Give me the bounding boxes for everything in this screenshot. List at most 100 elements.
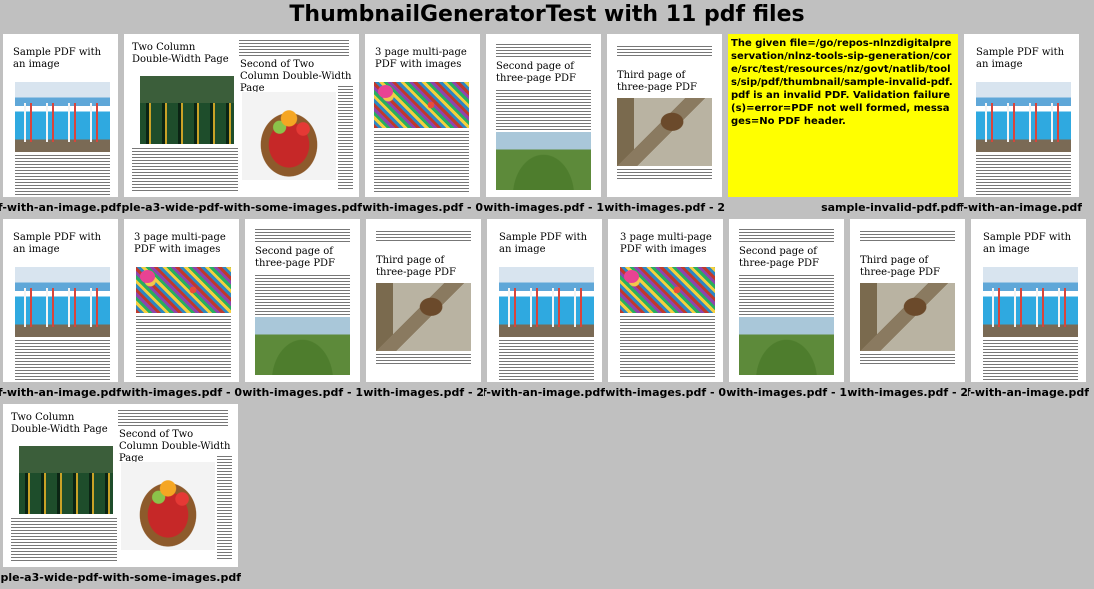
text-lines [15, 155, 110, 195]
thumbnail-page: 3 page multi-page PDF with images [365, 34, 480, 197]
thumbnail-image [983, 267, 1078, 337]
text-lines [620, 316, 715, 378]
thumbnail-image [121, 462, 215, 550]
text-lines [739, 229, 834, 243]
thumbnail-image [136, 267, 231, 313]
thumbnail-image [496, 132, 591, 190]
thumbnail-tile[interactable]: Sample PDF with an image sample-pdf-with… [968, 216, 1089, 401]
text-lines [118, 410, 228, 426]
page-heading: Third page of three-page PDF [860, 255, 940, 278]
thumbnail-tile[interactable]: Third page of three-page PDF sample-mult… [847, 216, 968, 401]
thumbnail-tile-invalid[interactable]: The given file=/go/repos-nlnzdigitalpres… [725, 31, 961, 216]
thumbnail-image [617, 98, 712, 166]
text-lines [255, 229, 350, 243]
thumbnail-caption: sample-pdf-with-an-image.pdf [961, 201, 1082, 214]
thumbnail-image [739, 317, 834, 375]
thumbnail-image [374, 82, 469, 128]
thumbnail-caption: sample-multi-page-pdf-with-images.pdf - … [847, 386, 968, 399]
thumbnail-page: Second page of three-page PDF [245, 219, 360, 382]
thumbnail-caption: sample-a3-wide-pdf-with-some-images.pdf [0, 571, 241, 584]
thumbnail-image [19, 446, 113, 514]
thumbnail-page: Sample PDF with an image [3, 34, 118, 197]
thumbnail-caption: sample-multi-page-pdf-with-images.pdf - … [363, 386, 484, 399]
thumbnail-page: Second page of three-page PDF [729, 219, 844, 382]
text-lines [496, 90, 591, 130]
thumbnail-caption: sample-a3-wide-pdf-with-some-images.pdf [121, 201, 362, 214]
thumbnail-tile[interactable]: 3 page multi-page PDF with images sample… [121, 216, 242, 401]
text-lines [376, 231, 471, 241]
page-heading: Second page of three-page PDF [739, 246, 819, 269]
thumbnail-tile[interactable]: Third page of three-page PDF sample-mult… [363, 216, 484, 401]
thumbnail-tile[interactable]: Sample PDF with an image sample-pdf-with… [0, 31, 121, 216]
page-heading: 3 page multi-page PDF with images [134, 232, 226, 255]
thumbnail-page: Third page of three-page PDF [366, 219, 481, 382]
thumbnail-tile[interactable]: Second page of three-page PDF sample-mul… [242, 216, 363, 401]
thumbnail-page: Second page of three-page PDF [486, 34, 601, 197]
thumbnail-caption: sample-multi-page-pdf-with-images.pdf - … [604, 201, 725, 214]
page-heading: Sample PDF with an image [976, 47, 1065, 70]
thumbnail-image [140, 76, 234, 144]
thumbnail-tile[interactable]: Two Column Double-Width Page Second of T… [121, 31, 362, 216]
thumbnail-caption: sample-multi-page-pdf-with-images.pdf - … [605, 386, 726, 399]
page-heading: Sample PDF with an image [499, 232, 588, 255]
text-lines [976, 155, 1071, 195]
page-heading: Sample PDF with an image [13, 232, 102, 255]
thumbnail-page: 3 page multi-page PDF with images [124, 219, 239, 382]
thumbnail-image [242, 92, 336, 180]
thumbnail-image [15, 82, 110, 152]
text-lines [739, 275, 834, 315]
thumbnail-caption: sample-invalid-pdf.pdf [821, 201, 961, 214]
thumbnail-page: Two Column Double-Width Page Second of T… [124, 34, 359, 197]
text-lines [860, 354, 955, 364]
thumbnail-caption: sample-multi-page-pdf-with-images.pdf - … [242, 386, 363, 399]
text-lines [132, 148, 238, 193]
thumbnail-caption: sample-pdf-with-an-image.pdf [0, 201, 121, 214]
text-lines [15, 340, 110, 380]
thumbnail-tile[interactable]: Second page of three-page PDF sample-mul… [483, 31, 604, 216]
page-heading: Two Column Double-Width Page [11, 412, 108, 435]
thumbnail-page: Sample PDF with an image [487, 219, 602, 382]
text-lines [255, 275, 350, 315]
text-lines [136, 316, 231, 378]
thumbnail-tile[interactable]: Second page of three-page PDF sample-mul… [726, 216, 847, 401]
thumbnail-page: Third page of three-page PDF [607, 34, 722, 197]
text-lines [239, 40, 349, 56]
text-lines [617, 169, 712, 179]
page-title: ThumbnailGeneratorTest with 11 pdf files [289, 2, 805, 27]
thumbnail-page: 3 page multi-page PDF with images [608, 219, 723, 382]
thumbnail-page: Sample PDF with an image [971, 219, 1086, 382]
page-heading: 3 page multi-page PDF with images [375, 47, 467, 70]
text-lines [217, 456, 232, 561]
thumbnail-caption: sample-multi-page-pdf-with-images.pdf - … [726, 386, 847, 399]
text-lines [860, 231, 955, 241]
text-lines [376, 354, 471, 364]
thumbnail-page: Sample PDF with an image [3, 219, 118, 382]
thumbnail-image [15, 267, 110, 337]
page-heading: Two Column Double-Width Page [132, 42, 229, 65]
page-heading: Sample PDF with an image [983, 232, 1072, 255]
page-heading: Third page of three-page PDF [617, 70, 697, 93]
thumbnail-page: Third page of three-page PDF [850, 219, 965, 382]
thumbnail-tile[interactable]: Sample PDF with an image sample-pdf-with… [0, 216, 121, 401]
thumbnail-tile[interactable]: 3 page multi-page PDF with images sample… [362, 31, 483, 216]
thumbnail-tile[interactable]: Sample PDF with an image sample-pdf-with… [484, 216, 605, 401]
thumbnail-tile[interactable]: 3 page multi-page PDF with images sample… [605, 216, 726, 401]
text-lines [499, 340, 594, 380]
text-lines [11, 518, 117, 563]
thumbnail-image [976, 82, 1071, 152]
invalid-placeholder: The given file=/go/repos-nlnzdigitalpres… [728, 34, 958, 197]
thumbnail-caption: sample-multi-page-pdf-with-images.pdf - … [483, 201, 604, 214]
thumbnail-image [860, 283, 955, 351]
thumbnail-tile[interactable]: Sample PDF with an image sample-pdf-with… [961, 31, 1082, 216]
text-lines [983, 340, 1078, 380]
thumbnail-image [499, 267, 594, 337]
page-heading: 3 page multi-page PDF with images [620, 232, 712, 255]
invalid-pdf-message: The given file=/go/repos-nlnzdigitalpres… [731, 38, 953, 127]
thumbnail-page: Sample PDF with an image [964, 34, 1079, 197]
thumbnail-tile[interactable]: Third page of three-page PDF sample-mult… [604, 31, 725, 216]
text-lines [496, 44, 591, 58]
thumbnail-image [255, 317, 350, 375]
thumbnail-caption: sample-pdf-with-an-image.pdf [0, 386, 121, 399]
text-lines [374, 131, 469, 193]
thumbnail-tile[interactable]: Two Column Double-Width Page Second of T… [0, 401, 241, 586]
